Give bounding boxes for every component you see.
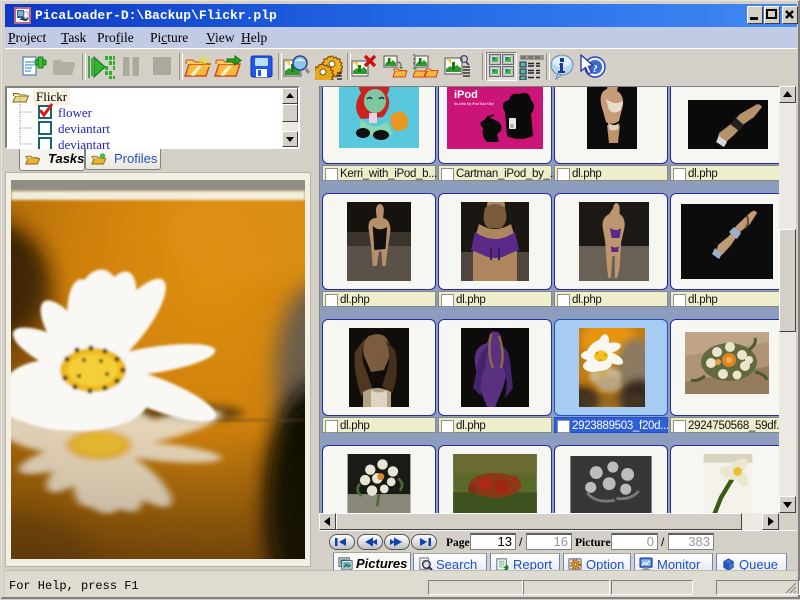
svg-text:iPod: iPod <box>454 89 478 101</box>
svg-text:No Artist My iPod! Bad Kitty!: No Artist My iPod! Bad Kitty! <box>454 102 494 106</box>
